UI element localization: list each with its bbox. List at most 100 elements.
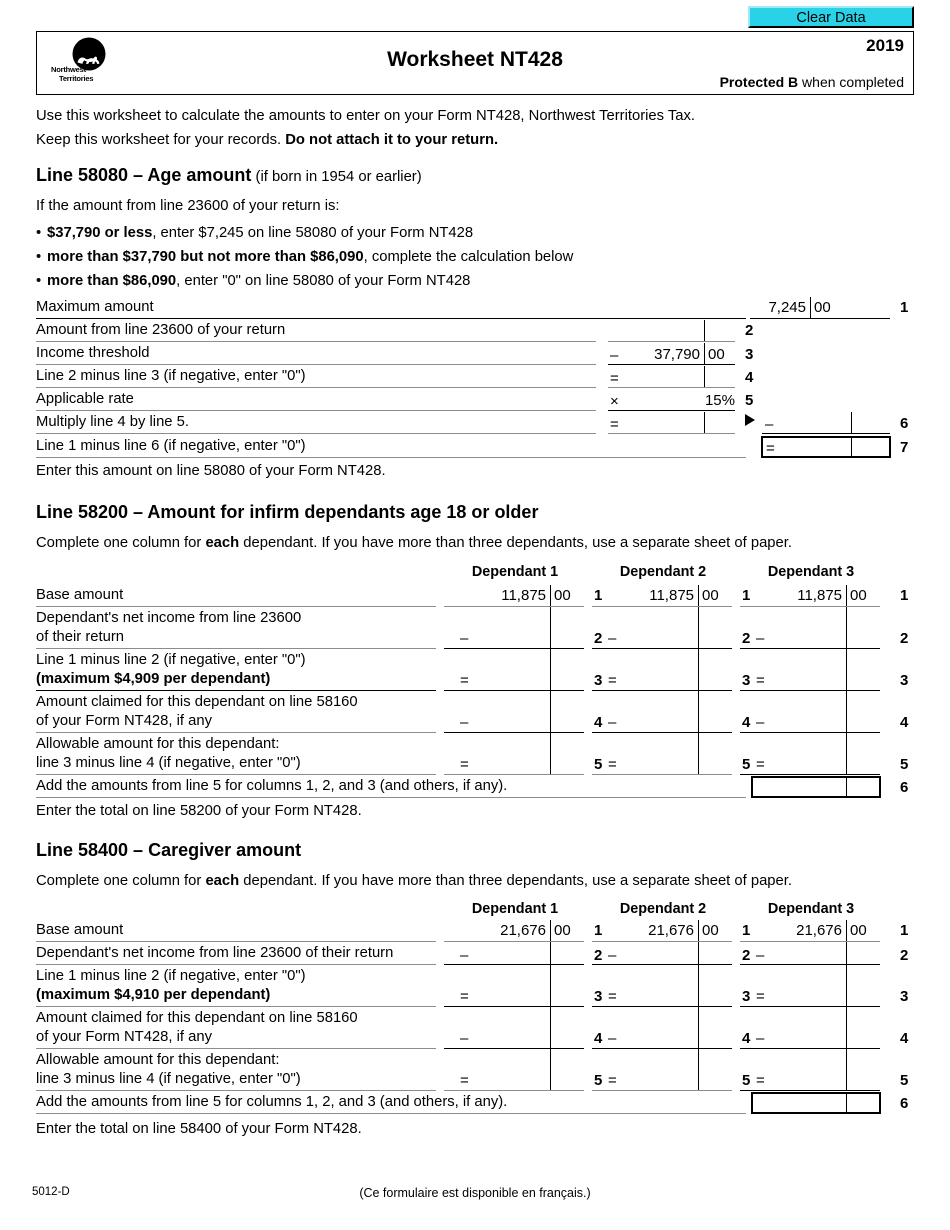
s2-row1-label: Base amount	[36, 587, 124, 603]
s1-row4-cents-divider	[704, 366, 705, 387]
s3-row3-label-2: (maximum $4,910 per dependant)	[36, 986, 270, 1005]
s2-row4-amount-rule-c2	[592, 732, 732, 733]
logo-line-2: Territories	[59, 73, 94, 83]
s3-row4-operator-c3: –	[756, 1030, 765, 1047]
carry-forward-arrow-icon	[745, 414, 755, 426]
s3-row1-amount-c3: 21,676	[796, 922, 842, 939]
s1-row1-amount[interactable]: 7,245	[700, 300, 806, 315]
s2-row1-cents-divider-c1	[550, 585, 551, 606]
s2-row4-cents-divider-c1	[550, 691, 551, 732]
s3-row4-number-c3: 4	[900, 1030, 909, 1047]
s2-row4-rule	[36, 732, 436, 733]
s2-row2-cents-divider-c3	[846, 607, 847, 648]
s1-row2-amount-rule	[608, 341, 735, 342]
s3-total-box[interactable]	[751, 1092, 881, 1114]
s2-row1-amount-c2: 11,875	[649, 587, 694, 604]
s1-row2-label: Amount from line 23600 of your return	[36, 322, 286, 338]
s1-row5-operator: ×	[610, 393, 619, 410]
s2-row2-operator-c1: –	[460, 630, 469, 647]
s2-row5-operator-c3: =	[756, 756, 765, 773]
s2-row4-number-c1: 4	[594, 714, 603, 731]
s2-row5-cents-divider-c2	[698, 733, 699, 774]
s2-row4-operator-c1: –	[460, 714, 469, 731]
s3-row3-amount-rule-c2	[592, 1006, 732, 1007]
s1-row6-operator-left: =	[610, 416, 619, 433]
s1-row3-cents: 00	[708, 346, 725, 363]
s1-row7-cents-divider	[851, 437, 852, 457]
s3-total-number: 6	[900, 1095, 909, 1112]
section1-bullet-2-rest: , enter "0" on line 58080 of your Form N…	[176, 273, 471, 289]
s3-row1-cents-divider-c1	[550, 920, 551, 941]
section1-intro: If the amount from line 23600 of your re…	[36, 198, 340, 214]
s2-col-header-2: Dependant 3	[767, 564, 855, 580]
s1-row7-number: 7	[900, 439, 909, 456]
s1-row6-number: 6	[900, 415, 909, 432]
s3-row4-amount-rule-c3	[740, 1048, 880, 1049]
s3-row5-amount-rule-c2	[592, 1090, 732, 1091]
s2-row5-number-c1: 5	[594, 756, 603, 773]
section2-intro-b: each	[205, 535, 240, 551]
s3-row1-amount-c2: 21,676	[648, 922, 694, 939]
s3-row3-amount-rule-c3	[740, 1006, 880, 1007]
s2-row5-operator-c2: =	[608, 756, 617, 773]
s3-row4-label-1: Amount claimed for this dependant on lin…	[36, 1010, 358, 1026]
s1-row4-number: 4	[745, 369, 754, 386]
s3-row2-number-c2: 2	[742, 947, 751, 964]
s2-row2-cents-divider-c1	[550, 607, 551, 648]
s1-row1-rule	[36, 318, 746, 319]
s1-row1-number: 1	[900, 299, 909, 316]
s2-row1-number-c3: 1	[900, 587, 909, 604]
section2-heading: Line 58200 – Amount for infirm dependant…	[36, 502, 539, 522]
s2-row4-number-c2: 4	[742, 714, 751, 731]
section1-bullets: $37,790 or less, enter $7,245 on line 58…	[36, 221, 573, 293]
s3-row2-amount-rule-c1	[444, 964, 584, 965]
s2-col-header-1: Dependant 2	[619, 564, 707, 580]
s2-row5-label-2: line 3 minus line 4 (if negative, enter …	[36, 755, 301, 771]
s3-row4-cents-divider-c1	[550, 1007, 551, 1048]
section1-bullet-1-strong: more than $37,790 but not more than $86,…	[47, 249, 364, 265]
s3-row5-operator-c1: =	[460, 1072, 469, 1089]
s2-row1-amount-rule-c2	[592, 606, 732, 607]
protected-b-notice: Protected B when completed	[720, 74, 904, 90]
s3-row1-amount-rule-c3	[740, 941, 880, 942]
s2-row3-amount-rule-c3	[740, 690, 880, 691]
s3-row4-amount-rule-c1	[444, 1048, 584, 1049]
s2-row1-rule	[36, 606, 436, 607]
s2-row2-operator-c2: –	[608, 630, 617, 647]
s3-row3-number-c2: 3	[742, 988, 751, 1005]
s2-row4-operator-c3: –	[756, 714, 765, 731]
s3-row3-operator-c2: =	[608, 988, 617, 1005]
section3-footer: Enter the total on line 58400 of your Fo…	[36, 1121, 362, 1137]
s1-row3-amount: 37,790	[654, 346, 700, 363]
s3-row2-number-c1: 2	[594, 947, 603, 964]
s2-row4-cents-divider-c3	[846, 691, 847, 732]
s2-row4-operator-c2: –	[608, 714, 617, 731]
s2-row1-cents-divider-c2	[698, 585, 699, 606]
s2-total-box[interactable]	[751, 776, 881, 798]
clear-data-button[interactable]: Clear Data	[748, 6, 914, 28]
s2-row5-amount-rule-c3	[740, 774, 880, 775]
section2-intro-a: Complete one column for	[36, 535, 206, 551]
section1-bullet-2: more than $86,090, enter "0" on line 580…	[36, 269, 573, 293]
s3-row4-operator-c1: –	[460, 1030, 469, 1047]
s2-row5-cents-divider-c1	[550, 733, 551, 774]
s3-row5-amount-rule-c3	[740, 1090, 880, 1091]
section1-heading: Line 58080 – Age amount (if born in 1954…	[36, 165, 422, 186]
s1-row7-operator: =	[766, 440, 775, 457]
s3-row5-cents-divider-c2	[698, 1049, 699, 1090]
s2-row2-number-c3: 2	[900, 630, 909, 647]
s1-row5-rule	[36, 410, 596, 411]
s1-row3-rule	[36, 364, 596, 365]
s2-col-header-0: Dependant 1	[471, 564, 559, 580]
s1-row3-amount-rule	[608, 364, 735, 365]
s2-row2-amount-rule-c2	[592, 648, 732, 649]
s1-row7-total-box[interactable]	[761, 436, 891, 458]
french-availability-note: (Ce formulaire est disponible en françai…	[359, 1186, 591, 1200]
s2-row3-operator-c3: =	[756, 672, 765, 689]
protected-b-rest: when completed	[798, 74, 904, 90]
s1-row6-cents-divider-right	[851, 412, 852, 433]
s3-row5-label-2: line 3 minus line 4 (if negative, enter …	[36, 1071, 301, 1087]
s3-row2-number-c3: 2	[900, 947, 909, 964]
s2-row3-amount-rule-c1	[444, 690, 584, 691]
s3-row5-operator-c2: =	[608, 1072, 617, 1089]
